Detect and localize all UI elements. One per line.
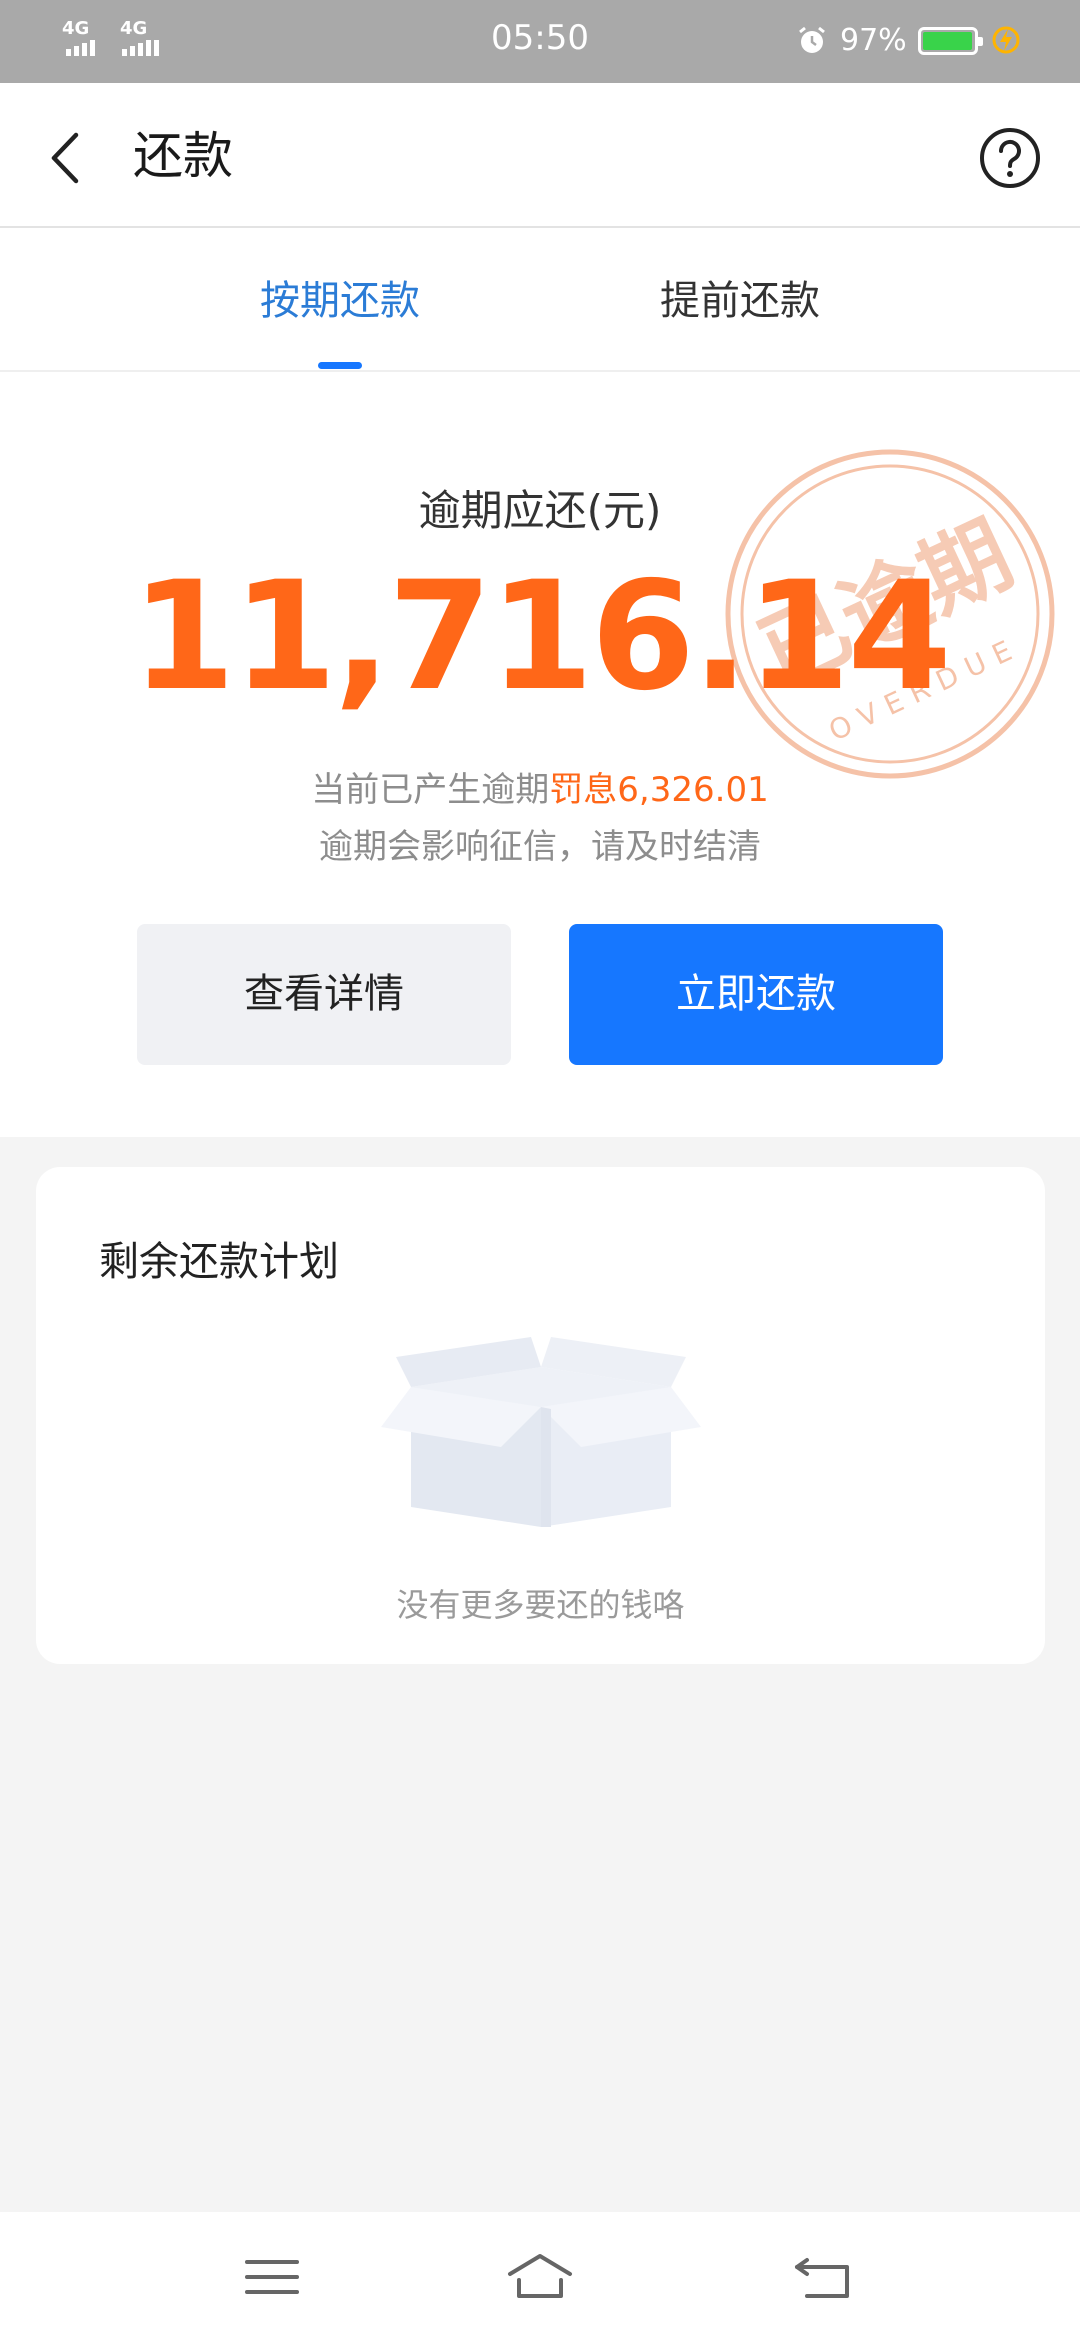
- pay-now-button[interactable]: 立即还款: [569, 924, 943, 1065]
- plan-title: 剩余还款计划: [99, 1239, 339, 1285]
- status-bar: 4G 4G 05:50 97%: [0, 0, 1080, 83]
- nav-menu-button[interactable]: [237, 2250, 307, 2305]
- overdue-amount-label: 逾期应还(元): [418, 486, 662, 535]
- penalty-amount: 6,326.01: [617, 770, 769, 810]
- help-button[interactable]: [978, 126, 1042, 190]
- view-details-button[interactable]: 查看详情: [137, 924, 511, 1065]
- alarm-icon: [799, 26, 825, 53]
- empty-box-icon: [381, 1337, 701, 1527]
- penalty-info: 当前已产生逾期罚息6,326.01: [0, 762, 1080, 811]
- system-nav-bar: [0, 2212, 1080, 2340]
- tab-early-repayment[interactable]: 提前还款: [620, 276, 860, 326]
- page-title: 还款: [133, 127, 233, 185]
- back-icon: [795, 2258, 849, 2298]
- tab-bar: 按期还款 提前还款: [0, 228, 1080, 372]
- active-tab-indicator: [318, 362, 362, 369]
- back-button[interactable]: [38, 123, 98, 193]
- nav-home-button[interactable]: [505, 2250, 575, 2305]
- overdue-summary-card: 已逾期 OVERDUE 逾期应还(元) 11,716.14 当前已产生逾期罚息6…: [0, 372, 1080, 1137]
- overdue-amount: 11,716.14: [131, 550, 952, 724]
- tab-scheduled-repayment[interactable]: 按期还款: [220, 276, 460, 326]
- penalty-prefix: 当前已产生逾期: [311, 770, 550, 810]
- empty-state-text: 没有更多要还的钱咯: [396, 1586, 685, 1624]
- battery-icon: [918, 27, 983, 55]
- battery-percent: 97%: [840, 23, 907, 58]
- credit-warning: 逾期会影响征信，请及时结清: [319, 827, 761, 867]
- chevron-left-icon: [51, 132, 79, 184]
- penalty-label: 罚息: [549, 770, 618, 810]
- home-icon: [508, 2254, 572, 2298]
- app-header: 还款: [0, 83, 1080, 228]
- question-circle-icon: [980, 128, 1040, 188]
- charging-icon: [992, 26, 1020, 54]
- repayment-plan-card: 剩余还款计划 没有更多要还的钱咯: [36, 1167, 1045, 1664]
- menu-icon: [245, 2260, 299, 2294]
- nav-back-button[interactable]: [787, 2250, 857, 2305]
